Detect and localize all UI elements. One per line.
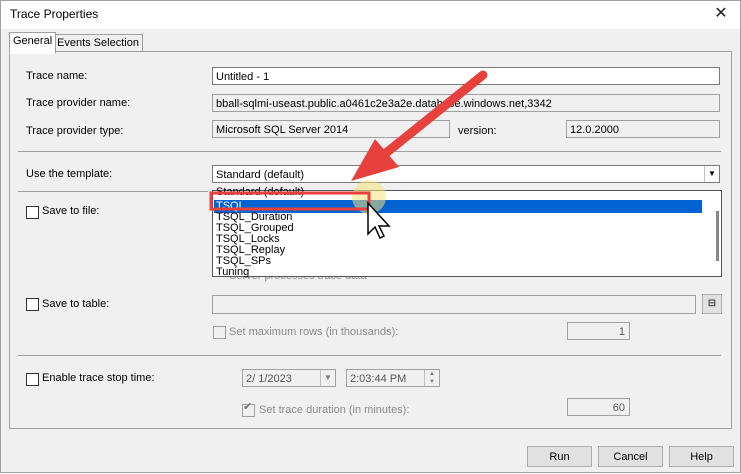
annotation-arrow-shaft [381,70,488,158]
trace-properties-window: Trace Properties ✕ General Events Select… [0,0,741,473]
tsql-highlight-box [209,191,371,211]
annotation-overlay [209,70,488,240]
